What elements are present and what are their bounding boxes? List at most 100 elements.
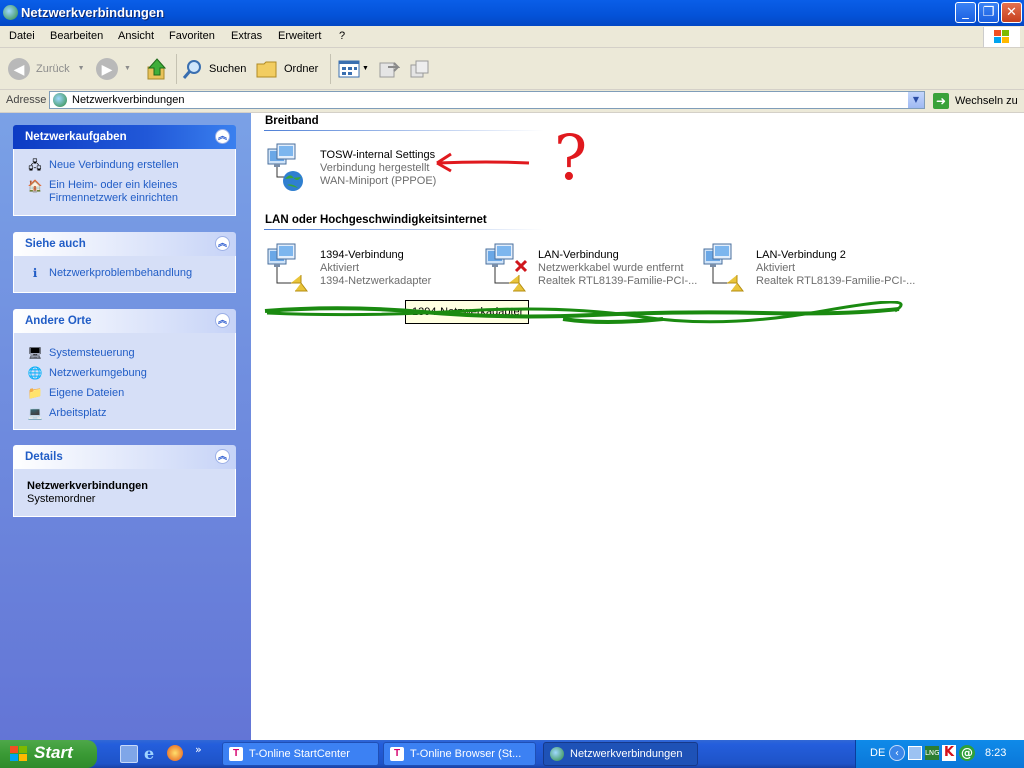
network-folder-icon — [53, 93, 67, 107]
network-tasks-header[interactable]: Netzwerkaufgaben ︽ — [13, 125, 236, 149]
new-connection-link[interactable]: Neue Verbindung erstellen — [49, 159, 179, 172]
my-documents-link[interactable]: Eigene Dateien — [49, 387, 124, 400]
network-tray-icon[interactable] — [908, 746, 922, 760]
menu-favoriten[interactable]: Favoriten — [169, 30, 215, 42]
up-folder-button[interactable] — [145, 48, 171, 89]
forward-button[interactable]: ▶ ▼ — [96, 48, 136, 89]
folders-button[interactable]: Ordner — [256, 48, 322, 89]
details-type: Systemordner — [27, 493, 96, 505]
network-places-link[interactable]: Netzwerkumgebung — [49, 367, 147, 380]
connection-name: TOSW-internal Settings — [320, 149, 436, 161]
start-button[interactable]: Start — [0, 740, 97, 768]
other-places-title: Andere Orte — [25, 315, 92, 327]
network-tasks-body: 🖧 Neue Verbindung erstellen 🏠 Ein Heim- … — [13, 149, 236, 216]
details-header[interactable]: Details ︽ — [13, 445, 236, 469]
media-player-icon[interactable] — [167, 745, 183, 761]
my-computer-link[interactable]: Arbeitsplatz — [49, 407, 106, 420]
back-button[interactable]: ◀ Zurück ▼ — [8, 48, 88, 89]
other-places-header[interactable]: Andere Orte ︽ — [13, 309, 236, 333]
collapse-chevron-icon[interactable]: ︽ — [215, 236, 230, 251]
forward-dropdown-icon: ▼ — [124, 65, 131, 72]
see-also-title: Siehe auch — [25, 238, 86, 250]
troubleshooting-link[interactable]: Netzwerkproblembehandlung — [49, 267, 192, 280]
taskbar: Start e » T T-Online StartCenter T T-Onl… — [0, 740, 1024, 768]
tray-at-icon[interactable]: @ — [959, 745, 975, 761]
collapse-chevron-icon[interactable]: ︽ — [215, 313, 230, 328]
windows-logo-icon — [983, 27, 1020, 47]
start-label: Start — [34, 743, 73, 762]
connection-lan[interactable]: LAN-Verbindung Netzwerkkabel wurde entfe… — [483, 243, 698, 295]
minimize-button[interactable]: _ — [955, 2, 976, 23]
task-label: T-Online Browser (St... — [410, 748, 522, 760]
menu-extras[interactable]: Extras — [231, 30, 262, 42]
network-folder-icon — [3, 5, 18, 20]
task-tonline-startcenter[interactable]: T T-Online StartCenter — [222, 742, 379, 766]
move-to-button[interactable] — [378, 48, 402, 89]
views-button[interactable]: ▼ — [338, 48, 372, 89]
address-label: Adresse — [6, 94, 47, 106]
connection-status: Verbindung hergestellt — [320, 162, 430, 174]
up-arrow-icon — [147, 57, 167, 79]
tray-expand-icon[interactable]: ‹ — [889, 745, 905, 761]
toolbar: ◀ Zurück ▼ ▶ ▼ Suchen Ordner ▼ — [0, 48, 1024, 90]
address-input[interactable]: Netzwerkverbindungen ▼ — [49, 91, 925, 109]
lan-connection-icon — [703, 243, 744, 292]
move-to-icon — [379, 61, 400, 77]
back-arrow-icon: ◀ — [8, 57, 30, 80]
control-panel-link[interactable]: Systemsteuerung — [49, 347, 135, 360]
close-button[interactable]: ✕ — [1001, 2, 1022, 23]
address-dropdown-button[interactable]: ▼ — [908, 92, 924, 108]
task-netzwerkverbindungen[interactable]: Netzwerkverbindungen — [543, 742, 698, 766]
see-also-body: ℹ Netzwerkproblembehandlung — [13, 256, 236, 293]
home-network-icon: 🏠 — [27, 179, 43, 193]
title-bar[interactable]: Netzwerkverbindungen _ ❐ ✕ — [0, 0, 1024, 26]
go-arrow-icon: ➜ — [933, 93, 949, 109]
details-name: Netzwerkverbindungen — [27, 480, 149, 492]
menu-help[interactable]: ? — [339, 30, 345, 42]
connection-1394[interactable]: 1394-Verbindung Aktiviert 1394-Netzwerka… — [265, 243, 475, 295]
views-dropdown-icon: ▼ — [362, 65, 369, 72]
views-icon — [338, 60, 360, 77]
home-network-link-line1[interactable]: Ein Heim- oder ein kleines — [49, 179, 177, 192]
connection-status: Aktiviert — [756, 262, 796, 274]
connection-status: Netzwerkkabel wurde entfernt — [538, 262, 684, 274]
language-indicator[interactable]: DE — [870, 747, 885, 759]
connection-device: Realtek RTL8139-Familie-PCI-... — [538, 275, 698, 287]
folder-icon — [256, 61, 277, 77]
show-desktop-icon[interactable] — [120, 745, 138, 763]
menu-ansicht[interactable]: Ansicht — [118, 30, 154, 42]
menu-datei[interactable]: Datei — [9, 30, 35, 42]
maximize-button[interactable]: ❐ — [978, 2, 999, 23]
copy-to-button[interactable] — [409, 48, 433, 89]
connection-name: LAN-Verbindung — [538, 249, 619, 261]
see-also-header[interactable]: Siehe auch ︽ — [13, 232, 236, 256]
collapse-chevron-icon[interactable]: ︽ — [215, 449, 230, 464]
menu-bearbeiten[interactable]: Bearbeiten — [50, 30, 103, 42]
clock[interactable]: 8:23 — [985, 747, 1006, 759]
network-tasks-panel: Netzwerkaufgaben ︽ 🖧 Neue Verbindung ers… — [13, 125, 236, 216]
question-mark-annotation: ? — [554, 121, 588, 194]
tray-k-icon[interactable]: K — [942, 745, 956, 761]
go-button[interactable]: ➜ Wechseln zu — [932, 92, 1022, 110]
other-places-body: 🖥 Systemsteuerung 🌐 Netzwerkumgebung 📁 E… — [13, 333, 236, 430]
copy-to-icon — [410, 60, 429, 77]
search-icon — [182, 59, 201, 79]
connection-lan-2[interactable]: LAN-Verbindung 2 Aktiviert Realtek RTL81… — [701, 243, 916, 295]
my-documents-icon: 📁 — [27, 386, 43, 400]
section-header-broadband: Breitband — [265, 115, 319, 127]
collapse-chevron-icon[interactable]: ︽ — [215, 129, 230, 144]
address-value: Netzwerkverbindungen — [72, 94, 185, 106]
task-tonline-browser[interactable]: T T-Online Browser (St... — [383, 742, 536, 766]
tonline-icon: T — [229, 747, 243, 761]
forward-arrow-icon: ▶ — [96, 57, 118, 80]
home-network-link-line2[interactable]: Firmennetzwerk einrichten — [49, 192, 178, 205]
connection-device: WAN-Miniport (PPPOE) — [320, 175, 437, 187]
search-button[interactable]: Suchen — [182, 48, 248, 89]
green-underline-annotation — [264, 301, 903, 324]
back-dropdown-icon: ▼ — [77, 65, 85, 72]
internet-explorer-icon[interactable]: e — [144, 744, 154, 763]
control-panel-icon: 🖥 — [27, 346, 43, 360]
tray-app-icon[interactable]: LNG — [925, 746, 940, 760]
menu-erweitert[interactable]: Erweitert — [278, 30, 321, 42]
quick-launch-more-icon[interactable]: » — [195, 743, 202, 756]
